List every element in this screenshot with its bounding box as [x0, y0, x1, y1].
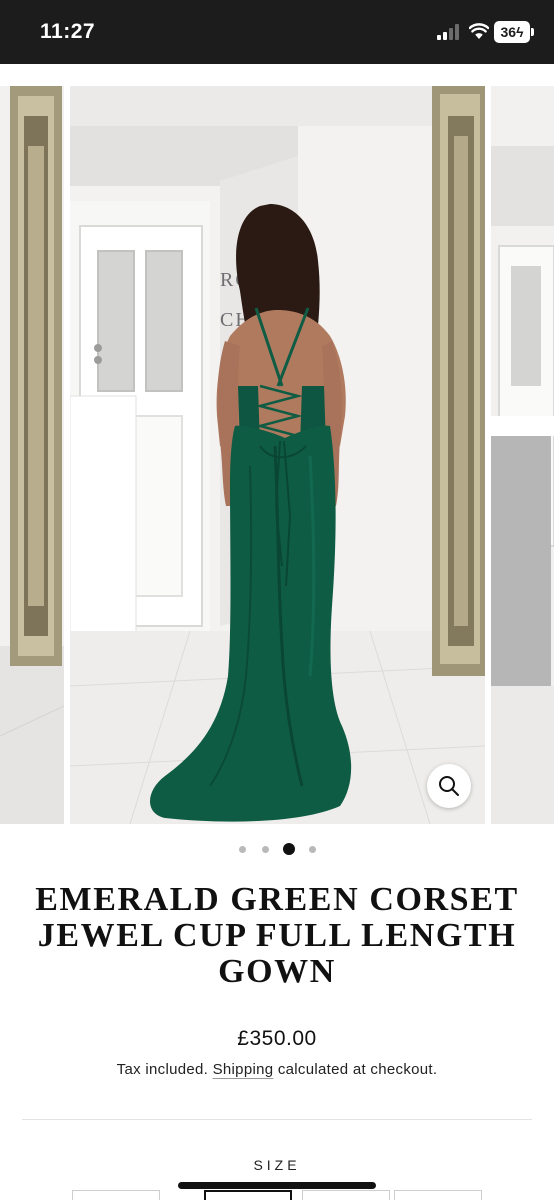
size-options	[72, 1190, 482, 1200]
tax-included-text: Tax included.	[116, 1061, 209, 1078]
wifi-icon	[469, 23, 489, 39]
carousel-slide-next[interactable]	[491, 86, 554, 824]
size-option-4[interactable]	[394, 1190, 482, 1200]
carousel-dot-4[interactable]	[308, 845, 316, 853]
product-price: £350.00	[237, 1027, 317, 1050]
home-indicator[interactable]	[178, 1182, 376, 1189]
size-option-1[interactable]	[72, 1190, 160, 1200]
carousel-slide-main-image[interactable]: ROSE CHE	[70, 86, 485, 824]
search-icon	[439, 776, 459, 796]
signal-icon	[437, 24, 459, 40]
size-label: SIZE	[253, 1157, 301, 1173]
carousel-slide-previous[interactable]	[0, 86, 64, 824]
zoom-button[interactable]	[427, 764, 471, 808]
product-image-carousel[interactable]: ROSE CHE	[0, 64, 554, 828]
carousel-dots	[0, 843, 554, 855]
tax-suffix-text: calculated at checkout.	[277, 1061, 438, 1078]
battery-tip	[531, 28, 534, 36]
tax-note: Tax included. Shipping calculated at che…	[0, 1061, 554, 1078]
shipping-link[interactable]: Shipping	[213, 1061, 274, 1078]
carousel-dot-3-active[interactable]	[282, 843, 295, 855]
battery-level: 36	[500, 24, 517, 40]
battery-icon: 36ϟ	[494, 21, 530, 43]
section-divider	[22, 1119, 532, 1120]
size-option-3[interactable]	[302, 1190, 390, 1200]
carousel-dot-2[interactable]	[261, 845, 269, 853]
carousel-dot-1[interactable]	[238, 845, 246, 853]
product-title: EMERALD GREEN CORSET JEWEL CUP FULL LENG…	[35, 881, 519, 990]
charging-bolt-icon: ϟ	[516, 24, 524, 40]
size-option-2-selected[interactable]	[204, 1190, 292, 1200]
status-bar: 11:27 36ϟ	[0, 0, 554, 64]
status-time: 11:27	[40, 20, 96, 43]
